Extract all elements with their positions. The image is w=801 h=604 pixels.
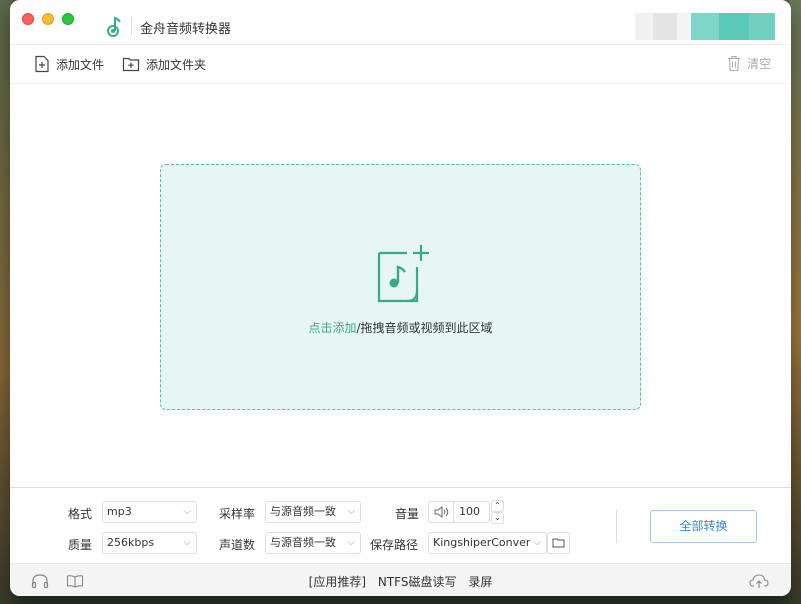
folder-icon	[552, 538, 565, 548]
volume-input[interactable]: 100	[428, 501, 490, 523]
save-path-label: 保存路径	[370, 538, 419, 552]
title-bar-decoration	[635, 13, 775, 40]
screen-record-link[interactable]: 录屏	[468, 575, 492, 589]
footer-links: [应用推荐] NTFS磁盘读写 录屏	[10, 573, 791, 590]
channels-label: 声道数	[219, 538, 256, 552]
chevron-down-icon: ⌵	[347, 506, 355, 517]
channels-value: 与源音频一致	[270, 536, 336, 549]
output-settings-panel: 格式 mp3 ⌵ 质量 256kbps ⌵ 采样率 与源音频一致 ⌵ 声道数 与…	[10, 487, 791, 564]
quality-select[interactable]: 256kbps ⌵	[102, 532, 197, 554]
drag-hint-text: /拖拽音频或视频到此区域	[356, 321, 493, 335]
add-file-label: 添加文件	[56, 57, 105, 72]
click-to-add-link[interactable]: 点击添加	[308, 321, 356, 335]
settings-divider	[616, 510, 617, 543]
app-title: 金舟音频转换器	[140, 22, 232, 37]
drop-zone-text: 点击添加/拖拽音频或视频到此区域	[161, 319, 640, 336]
volume-value: 100	[459, 505, 480, 518]
browse-folder-button[interactable]	[547, 532, 570, 554]
sample-rate-label: 采样率	[219, 507, 256, 521]
format-value: mp3	[107, 505, 132, 518]
drop-zone[interactable]: 点击添加/拖拽音频或视频到此区域	[160, 164, 641, 410]
channels-select[interactable]: 与源音频一致 ⌵	[265, 532, 361, 554]
format-select[interactable]: mp3 ⌵	[102, 501, 197, 523]
format-label: 格式	[68, 507, 93, 521]
window-close-button[interactable]	[22, 13, 34, 25]
app-recommend-link[interactable]: [应用推荐]	[309, 575, 366, 589]
convert-all-button[interactable]: 全部转换	[650, 510, 757, 543]
clear-label: 清空	[746, 57, 771, 71]
volume-decrement-button[interactable]: ⌄	[491, 512, 504, 524]
quality-value: 256kbps	[107, 536, 155, 549]
ntfs-link[interactable]: NTFS磁盘读写	[378, 575, 457, 589]
title-bar: 金舟音频转换器	[10, 0, 791, 44]
toolbar: 添加文件 添加文件夹 清空	[10, 44, 791, 84]
quality-label: 质量	[68, 538, 93, 552]
title-separator	[131, 17, 132, 35]
save-path-select[interactable]: KingshiperConver ⌵	[428, 532, 547, 554]
trash-icon	[727, 55, 740, 72]
window-maximize-button[interactable]	[62, 13, 74, 25]
app-logo-icon	[107, 16, 121, 37]
add-folder-label: 添加文件夹	[146, 57, 207, 72]
chevron-down-icon: ⌵	[183, 537, 191, 548]
save-path-value: KingshiperConver	[433, 536, 531, 549]
sample-rate-select[interactable]: 与源音频一致 ⌵	[265, 501, 361, 523]
file-list-area: 点击添加/拖拽音频或视频到此区域	[10, 83, 791, 488]
speaker-icon	[434, 506, 449, 518]
window-minimize-button[interactable]	[42, 13, 54, 25]
chevron-down-icon: ⌵	[533, 537, 541, 548]
volume-increment-button[interactable]: ⌃	[491, 500, 504, 512]
clear-button[interactable]: 清空	[727, 55, 771, 72]
chevron-down-icon: ⌵	[347, 537, 355, 548]
add-music-icon	[377, 245, 429, 303]
status-bar: [应用推荐] NTFS磁盘读写 录屏	[10, 563, 791, 596]
volume-control: 100 ⌃ ⌄	[428, 500, 504, 524]
add-folder-button[interactable]: 添加文件夹	[122, 55, 206, 73]
volume-label: 音量	[395, 507, 420, 521]
chevron-down-icon: ⌵	[183, 506, 191, 517]
add-file-button[interactable]: 添加文件	[34, 55, 104, 73]
cloud-upload-icon[interactable]	[749, 573, 769, 589]
add-file-icon	[35, 55, 49, 73]
add-folder-icon	[122, 57, 140, 72]
app-window: 金舟音频转换器 添加文件 添加文件夹 清空 点击添加/拖拽音频或视频到此区域 格…	[10, 0, 791, 596]
sample-rate-value: 与源音频一致	[270, 505, 336, 518]
